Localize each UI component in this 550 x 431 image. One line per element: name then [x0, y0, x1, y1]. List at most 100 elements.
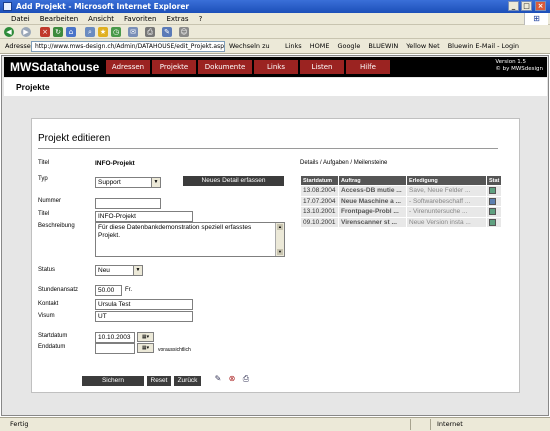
- nav-dokumente[interactable]: Dokumente: [198, 60, 252, 74]
- status-square-icon: [489, 187, 496, 195]
- reset-button[interactable]: Reset: [147, 376, 171, 386]
- favorites-icon[interactable]: ★: [98, 27, 108, 37]
- delete-icon[interactable]: ⊗: [227, 374, 237, 384]
- section-title: Projekte: [16, 82, 50, 92]
- nummer-input[interactable]: [95, 198, 161, 209]
- menu-bearbeiten[interactable]: Bearbeiten: [35, 13, 83, 25]
- app-header: MWSdatahouse Adressen Projekte Dokumente…: [4, 57, 547, 77]
- scroll-up-icon[interactable]: ▲: [277, 224, 283, 230]
- textarea-scrollbar[interactable]: ▲ ▼: [275, 223, 284, 256]
- history-icon[interactable]: ◷: [111, 27, 121, 37]
- row-auftrag-link[interactable]: Virenscanner st ...: [338, 216, 407, 228]
- titel-input-label: Titel: [38, 211, 50, 217]
- kontakt-label: Kontakt: [38, 301, 59, 307]
- beschreibung-text: Für diese Datenbankdemonstration speziel…: [98, 224, 252, 239]
- card-divider: [38, 148, 498, 149]
- column-erledigung[interactable]: Erledigung: [406, 175, 487, 186]
- status-divider: [430, 419, 431, 430]
- column-stat[interactable]: Stat: [486, 175, 502, 186]
- address-bar: Adresse http://www.mws-design.ch/Admin/D…: [0, 39, 550, 54]
- refresh-icon[interactable]: ↻: [53, 27, 63, 37]
- row-date: 13.10.2001: [300, 206, 339, 218]
- typ-select[interactable]: Support ▼: [95, 177, 161, 188]
- row-erledigung: - Softwarebeschaff ...: [406, 195, 487, 207]
- menu-ansicht[interactable]: Ansicht: [83, 13, 119, 25]
- edit-icon[interactable]: ✎: [162, 27, 172, 37]
- table-row[interactable]: 13.08.2004 Access-DB mutie ... Save, Neu…: [300, 185, 502, 197]
- details-title: Details / Aufgaben / Meilensteine: [300, 160, 388, 166]
- forward-arrow-icon[interactable]: ▶: [21, 27, 31, 37]
- status-bar: Fertig Internet: [0, 417, 550, 431]
- details-table: Startdatum Auftrag Erledigung Stat 13.08…: [300, 175, 502, 228]
- new-detail-button[interactable]: Neues Detail erfassen: [183, 176, 284, 186]
- row-auftrag-link[interactable]: Access-DB mutie ...: [338, 185, 407, 197]
- window-titlebar: Add Projekt - Microsoft Internet Explore…: [0, 0, 550, 13]
- menu-datei[interactable]: Datei: [6, 13, 35, 25]
- mail-icon[interactable]: ✉: [128, 27, 138, 37]
- card-title: Projekt editieren: [38, 133, 111, 144]
- nav-listen[interactable]: Listen: [300, 60, 344, 74]
- minimize-button[interactable]: _: [508, 1, 519, 11]
- calendar-icon[interactable]: ▦▾: [137, 343, 154, 353]
- close-button[interactable]: ×: [535, 1, 546, 11]
- brand-logo: MWSdatahouse: [10, 60, 100, 74]
- nav-projekte[interactable]: Projekte: [152, 60, 196, 74]
- table-row[interactable]: 13.10.2001 Frontpage-Probl ... - Virenun…: [300, 206, 502, 218]
- nav-adressen[interactable]: Adressen: [106, 60, 150, 74]
- link-bluewin-email[interactable]: Bluewin E-Mail - Login: [448, 42, 519, 50]
- main-nav: Adressen Projekte Dokumente Links Listen…: [106, 60, 392, 74]
- scroll-down-icon[interactable]: ▼: [277, 249, 283, 255]
- link-bluewin[interactable]: BLUEWIN: [368, 42, 398, 50]
- column-auftrag[interactable]: Auftrag: [338, 175, 407, 186]
- menu-extras[interactable]: Extras: [161, 13, 193, 25]
- messenger-icon[interactable]: ☺: [179, 27, 189, 37]
- nav-hilfe[interactable]: Hilfe: [346, 60, 390, 74]
- status-select-value: Neu: [98, 267, 110, 274]
- security-zone: Internet: [437, 420, 463, 428]
- startdatum-input[interactable]: 10.10.2003: [95, 332, 135, 343]
- table-row[interactable]: 17.07.2004 Neue Maschine a ... - Softwar…: [300, 195, 502, 207]
- calendar-icon[interactable]: ▦▾: [137, 332, 154, 342]
- stundenansatz-label: Stundenansatz: [38, 287, 79, 293]
- link-yellow-net[interactable]: Yellow Net: [406, 42, 440, 50]
- status-select[interactable]: Neu ▼: [95, 265, 143, 276]
- search-icon[interactable]: ⌕: [85, 27, 95, 37]
- startdatum-label: Startdatum: [38, 333, 68, 339]
- menu-favoriten[interactable]: Favoriten: [119, 13, 161, 25]
- home-icon[interactable]: ⌂: [66, 27, 76, 37]
- version-label: Version 1.5: [495, 59, 527, 65]
- maximize-button[interactable]: □: [521, 1, 532, 11]
- status-square-icon: [489, 197, 496, 205]
- enddatum-input[interactable]: [95, 343, 135, 354]
- back-arrow-icon[interactable]: ◀: [4, 27, 14, 37]
- kontakt-input[interactable]: Ursula Test: [95, 299, 193, 310]
- enddatum-hint: voraussichtlich: [158, 347, 191, 353]
- print-icon[interactable]: ⎙: [145, 27, 155, 37]
- row-auftrag-link[interactable]: Neue Maschine a ...: [338, 195, 407, 207]
- edit-note-icon[interactable]: ✎: [213, 374, 223, 384]
- address-input[interactable]: http://www.mws-design.ch/Admin/DATAHOUSE…: [31, 41, 225, 52]
- stop-icon[interactable]: ×: [40, 27, 50, 37]
- column-startdatum[interactable]: Startdatum: [300, 175, 339, 186]
- link-home[interactable]: HOME: [310, 42, 330, 50]
- nummer-label: Nummer: [38, 198, 62, 204]
- back-button[interactable]: Zurück: [174, 376, 201, 386]
- window-title: Add Projekt - Microsoft Internet Explore…: [16, 2, 190, 11]
- link-google[interactable]: Google: [337, 42, 360, 50]
- row-erledigung: Save, Neue Felder ...: [406, 185, 487, 197]
- menu-help[interactable]: ?: [194, 13, 208, 25]
- print-icon[interactable]: ⎙: [241, 374, 251, 384]
- titel-input[interactable]: INFO-Projekt: [95, 211, 193, 222]
- table-row[interactable]: 09.10.2001 Virenscanner st ... Neue Vers…: [300, 216, 502, 228]
- status-square-icon: [489, 208, 496, 216]
- stundenansatz-input[interactable]: 50.00: [95, 285, 122, 296]
- save-button[interactable]: Sichern: [82, 376, 144, 386]
- go-button[interactable]: Wechseln zu: [229, 41, 270, 52]
- row-date: 09.10.2001: [300, 216, 339, 228]
- ie-icon: [3, 2, 12, 11]
- visum-input[interactable]: UT: [95, 311, 193, 322]
- nav-links[interactable]: Links: [254, 60, 298, 74]
- menu-bar: Datei Bearbeiten Ansicht Favoriten Extras? ⊞: [0, 13, 550, 25]
- beschreibung-textarea[interactable]: Für diese Datenbankdemonstration speziel…: [95, 222, 285, 257]
- row-auftrag-link[interactable]: Frontpage-Probl ...: [338, 206, 407, 218]
